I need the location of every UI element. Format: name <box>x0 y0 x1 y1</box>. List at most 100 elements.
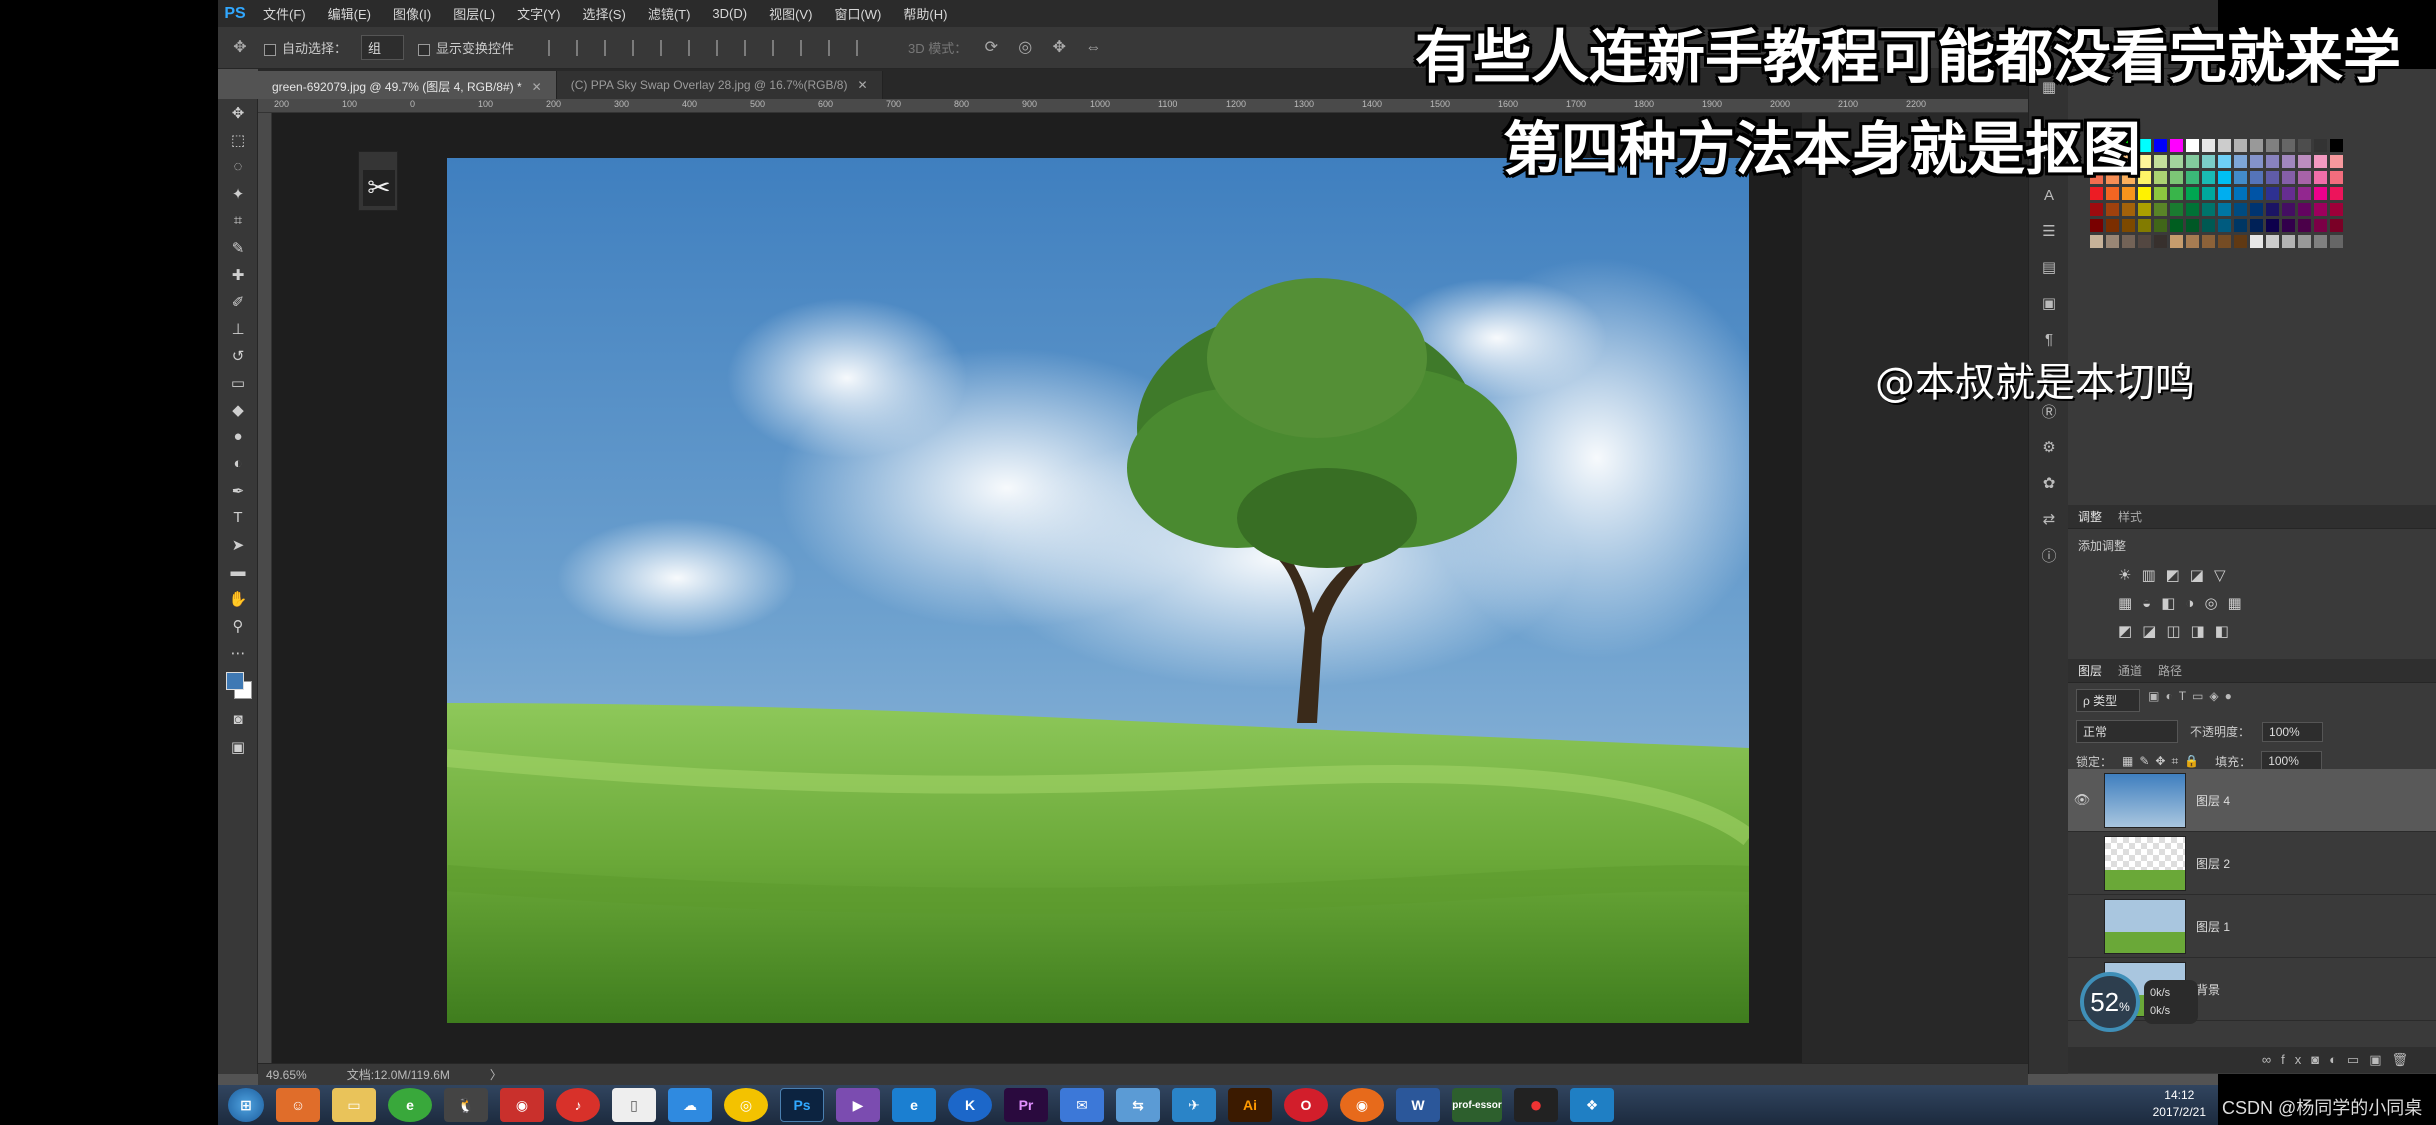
clone-stamp-tool-icon[interactable]: ⊥ <box>218 315 258 342</box>
properties-panel-icon[interactable]: ☰ <box>2029 213 2069 249</box>
color-swatch[interactable] <box>2202 219 2215 232</box>
tab-sky-swap-overlay[interactable]: (C) PPA Sky Swap Overlay 28.jpg @ 16.7%(… <box>556 71 883 99</box>
tab-layers[interactable]: 图层 <box>2078 662 2102 679</box>
color-swatch[interactable] <box>2314 203 2327 216</box>
color-swatch[interactable] <box>2314 155 2327 168</box>
color-swatch[interactable] <box>2202 203 2215 216</box>
eraser-tool-icon[interactable]: ▭ <box>218 369 258 396</box>
color-swatch[interactable] <box>2218 235 2231 248</box>
color-swatch[interactable] <box>2330 235 2343 248</box>
color-swatch[interactable] <box>2314 187 2327 200</box>
color-swatch[interactable] <box>2330 171 2343 184</box>
move-tool-icon[interactable]: ✥ <box>230 38 250 58</box>
color-swatch[interactable] <box>2154 219 2167 232</box>
3d-rotate-icon[interactable]: ⟳ <box>981 38 1001 58</box>
align-bottom-icon[interactable] <box>604 39 622 56</box>
hand-tool-icon[interactable]: ✋ <box>218 585 258 612</box>
opera-icon[interactable]: O <box>1284 1088 1328 1122</box>
record-icon[interactable]: ● <box>1514 1088 1558 1122</box>
color-swatch[interactable] <box>2122 219 2135 232</box>
marquee-tool-icon[interactable]: ⬚ <box>218 126 258 153</box>
color-swatch[interactable] <box>2314 171 2327 184</box>
color-swatch[interactable] <box>2234 203 2247 216</box>
zoom-level[interactable]: 49.65% <box>266 1068 307 1082</box>
color-swatch[interactable] <box>2106 235 2119 248</box>
healing-brush-tool-icon[interactable]: ✚ <box>218 261 258 288</box>
color-swatch[interactable] <box>2282 203 2295 216</box>
color-swatch[interactable] <box>2170 171 2183 184</box>
lasso-tool-icon[interactable]: ◌ <box>218 153 258 180</box>
tools-crossed-icon[interactable]: ✂ <box>363 170 395 206</box>
premiere-icon[interactable]: Pr <box>1004 1088 1048 1122</box>
distribute-right-icon[interactable] <box>856 39 874 56</box>
color-swatch[interactable] <box>2250 187 2263 200</box>
color-swatch[interactable] <box>2218 203 2231 216</box>
tab-green-692079[interactable]: green-692079.jpg @ 49.7% (图层 4, RGB/8#) … <box>258 71 557 99</box>
canvas-area[interactable]: ✂ <box>272 113 2028 1063</box>
color-swatch[interactable] <box>2218 219 2231 232</box>
close-icon[interactable]: ✕ <box>532 80 542 94</box>
color-swatch[interactable] <box>2250 171 2263 184</box>
align-top-icon[interactable] <box>548 39 566 56</box>
illustrator-icon[interactable]: Ai <box>1228 1088 1272 1122</box>
color-swatch[interactable] <box>2282 139 2295 152</box>
browser-360-icon[interactable]: e <box>388 1088 432 1122</box>
color-swatch[interactable] <box>2154 187 2167 200</box>
menu-help[interactable]: 帮助(H) <box>892 4 958 23</box>
photoshop-taskbar-icon[interactable]: Ps <box>780 1088 824 1122</box>
menu-filter[interactable]: 滤镜(T) <box>637 4 702 23</box>
media-player-icon[interactable]: ▶ <box>836 1088 880 1122</box>
paint-bucket-tool-icon[interactable]: ◆ <box>218 396 258 423</box>
color-swatch[interactable] <box>2250 155 2263 168</box>
close-icon[interactable]: ✕ <box>857 78 867 92</box>
color-swatch[interactable] <box>2298 235 2311 248</box>
layer-name[interactable]: 图层 2 <box>2196 855 2230 872</box>
color-swatch[interactable] <box>2234 155 2247 168</box>
color-swatch[interactable] <box>2202 171 2215 184</box>
eyedropper-tool-icon[interactable]: ✎ <box>218 234 258 261</box>
color-swatch[interactable] <box>2298 139 2311 152</box>
color-swatch[interactable] <box>2186 203 2199 216</box>
color-swatch[interactable] <box>2250 203 2263 216</box>
color-swatch[interactable] <box>2298 219 2311 232</box>
menu-3d[interactable]: 3D(D) <box>701 6 758 21</box>
align-hcenter-icon[interactable] <box>660 39 678 56</box>
professor-app-icon[interactable]: prof-essor <box>1452 1088 1502 1122</box>
color-swatch[interactable] <box>2170 203 2183 216</box>
color-swatch[interactable] <box>2154 171 2167 184</box>
fill-input[interactable]: 100% <box>2261 751 2322 771</box>
color-swatch[interactable] <box>2266 139 2279 152</box>
color-swatch[interactable] <box>2282 155 2295 168</box>
system-clock[interactable]: 14:12 2017/2/21 <box>2153 1087 2206 1121</box>
color-swatch[interactable] <box>2170 235 2183 248</box>
color-swatch[interactable] <box>2090 219 2103 232</box>
qq-icon[interactable]: 🐧 <box>444 1088 488 1122</box>
tab-styles[interactable]: 样式 <box>2118 508 2142 525</box>
color-swatch[interactable] <box>2170 139 2183 152</box>
color-swatch[interactable] <box>2330 155 2343 168</box>
clone-source-icon[interactable]: ⚙ <box>2029 429 2069 465</box>
menu-layer[interactable]: 图层(L) <box>442 4 506 23</box>
layer-row-1[interactable]: 图层 1 <box>2068 895 2436 958</box>
firefox-icon[interactable]: ◉ <box>1340 1088 1384 1122</box>
color-swatch[interactable] <box>2170 155 2183 168</box>
tab-channels[interactable]: 通道 <box>2118 662 2142 679</box>
status-arrow-icon[interactable]: 〉 <box>490 1066 502 1083</box>
lock-icons[interactable]: ▦✎✥⌗🔒 <box>2122 754 2205 769</box>
layer-filter-dropdown[interactable]: ρ 类型 <box>2076 689 2141 712</box>
color-swatch[interactable] <box>2186 187 2199 200</box>
more-tools-icon[interactable]: ⋯ <box>218 639 258 666</box>
tool-app-icon[interactable]: ✈ <box>1172 1088 1216 1122</box>
color-swatch[interactable] <box>2154 139 2167 152</box>
color-swatch[interactable] <box>2122 187 2135 200</box>
color-swatch[interactable] <box>2250 235 2263 248</box>
netease-music-icon[interactable]: ♪ <box>556 1088 600 1122</box>
3d-roll-icon[interactable]: ◎ <box>1015 38 1035 58</box>
color-swatch[interactable] <box>2298 187 2311 200</box>
color-swatch[interactable] <box>2314 235 2327 248</box>
move-tool-icon[interactable]: ✥ <box>218 99 258 126</box>
color-swatch[interactable] <box>2090 235 2103 248</box>
color-swatch[interactable] <box>2186 219 2199 232</box>
color-swatch[interactable] <box>2266 235 2279 248</box>
menu-edit[interactable]: 编辑(E) <box>317 4 382 23</box>
